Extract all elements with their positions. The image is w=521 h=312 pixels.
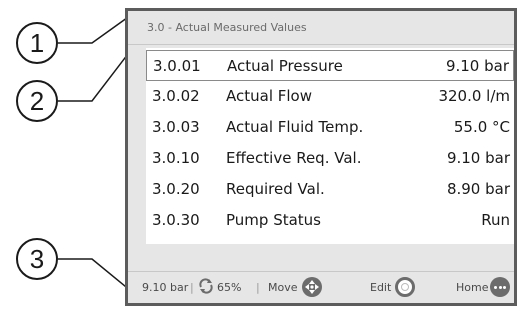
parameter-label: Actual Pressure <box>227 57 343 75</box>
parameter-label: Actual Flow <box>226 87 313 105</box>
home-label: Home <box>456 281 489 294</box>
callout-3: 3 <box>16 238 58 280</box>
parameter-id: 3.0.30 <box>152 211 200 229</box>
parameter-label: Pump Status <box>226 211 321 229</box>
status-separator: | <box>256 281 260 294</box>
device-screen: 3.0 - Actual Measured Values 3.0.01 Actu… <box>125 8 517 306</box>
parameter-value: 320.0 l/m <box>438 87 510 105</box>
measured-values-list: 3.0.01 Actual Pressure 9.10 bar 3.0.02 A… <box>146 48 514 244</box>
callout-1: 1 <box>16 22 58 64</box>
parameter-id: 3.0.01 <box>153 57 201 75</box>
parameter-id: 3.0.03 <box>152 118 200 136</box>
dpad-icon[interactable] <box>302 277 322 297</box>
parameter-label: Effective Req. Val. <box>226 149 362 167</box>
screen-title: 3.0 - Actual Measured Values <box>128 11 514 45</box>
parameter-id: 3.0.02 <box>152 87 200 105</box>
parameter-value: 9.10 bar <box>445 57 509 75</box>
callout-2: 2 <box>16 80 58 122</box>
parameter-id: 3.0.10 <box>152 149 200 167</box>
parameter-value: 55.0 °C <box>453 118 510 136</box>
rotation-arrows-icon <box>198 278 214 294</box>
list-item-required-val[interactable]: 3.0.20 Required Val. 8.90 bar <box>146 174 514 205</box>
move-label: Move <box>268 281 298 294</box>
status-pressure: 9.10 bar <box>142 281 189 294</box>
edit-label: Edit <box>370 281 392 294</box>
dots-button-icon[interactable] <box>490 277 510 297</box>
status-speed: 65% <box>217 281 242 294</box>
parameter-label: Actual Fluid Temp. <box>226 118 364 136</box>
parameter-value: 9.10 bar <box>446 149 510 167</box>
parameter-id: 3.0.20 <box>152 180 200 198</box>
ring-button-icon[interactable] <box>395 277 415 297</box>
status-separator: | <box>190 281 194 294</box>
list-item-actual-flow[interactable]: 3.0.02 Actual Flow 320.0 l/m <box>146 81 514 112</box>
parameter-label: Required Val. <box>226 180 325 198</box>
parameter-value: 8.90 bar <box>446 180 510 198</box>
list-item-actual-fluid-temp[interactable]: 3.0.03 Actual Fluid Temp. 55.0 °C <box>146 112 514 143</box>
list-item-effective-req-val[interactable]: 3.0.10 Effective Req. Val. 9.10 bar <box>146 143 514 174</box>
parameter-value: Run <box>481 211 510 229</box>
list-item-actual-pressure[interactable]: 3.0.01 Actual Pressure 9.10 bar <box>146 50 514 81</box>
status-bar: 9.10 bar | 65% | Move Edit Home <box>128 271 514 303</box>
list-item-pump-status[interactable]: 3.0.30 Pump Status Run <box>146 205 514 236</box>
